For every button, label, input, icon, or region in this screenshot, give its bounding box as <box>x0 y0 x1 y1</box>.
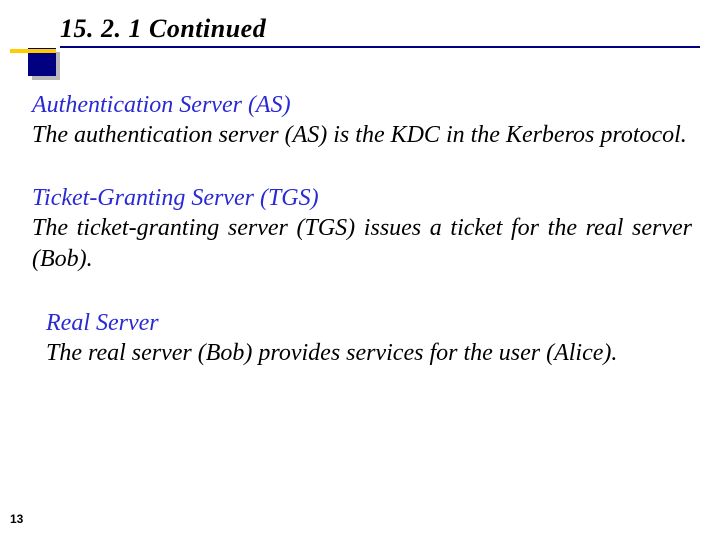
body-tgs: The ticket-granting server (TGS) issues … <box>32 213 692 275</box>
heading-as: Authentication Server (AS) <box>32 90 692 120</box>
content-area: Authentication Server (AS) The authentic… <box>32 90 692 401</box>
body-as: The authentication server (AS) is the KD… <box>32 120 692 151</box>
heading-real-server: Real Server <box>46 308 692 338</box>
section-real-server: Real Server The real server (Bob) provid… <box>46 308 692 369</box>
heading-tgs: Ticket-Granting Server (TGS) <box>32 183 692 213</box>
section-as: Authentication Server (AS) The authentic… <box>32 90 692 151</box>
section-tgs: Ticket-Granting Server (TGS) The ticket-… <box>32 183 692 275</box>
slide-title: 15. 2. 1 Continued <box>60 14 700 44</box>
accent-bar-icon <box>10 49 56 53</box>
body-real-server: The real server (Bob) provides services … <box>46 338 692 369</box>
page-number: 13 <box>10 512 23 526</box>
title-bar: 15. 2. 1 Continued <box>60 14 700 48</box>
